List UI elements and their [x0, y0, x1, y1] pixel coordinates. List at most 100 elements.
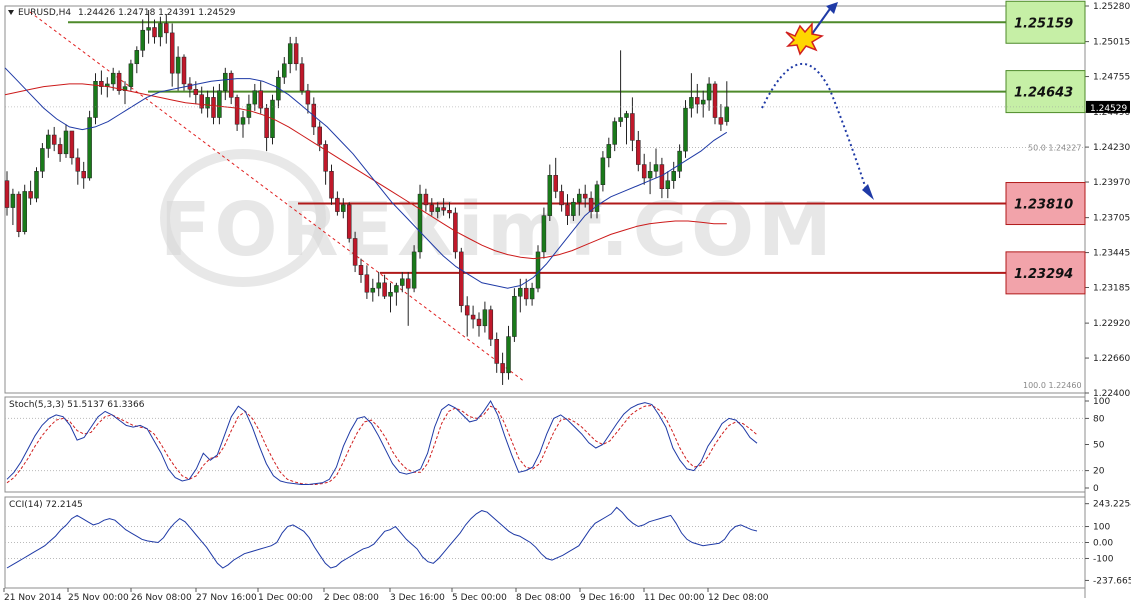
price-tick-label: 1.23445 — [1093, 249, 1130, 259]
cci-tick-label: 100 — [1093, 523, 1110, 533]
candle-body — [506, 336, 511, 374]
candle-body — [317, 126, 322, 145]
x-tick-label: 27 Nov 16:00 — [196, 593, 257, 603]
candle-body — [636, 140, 641, 165]
candle-body — [110, 72, 116, 85]
x-tick-label: 25 Nov 00:00 — [68, 593, 129, 603]
candle-body — [234, 97, 240, 125]
candle-body — [665, 180, 671, 189]
candle-body — [217, 90, 222, 118]
candle-body — [470, 314, 476, 320]
candle-body — [252, 90, 258, 105]
candle-body — [512, 296, 517, 337]
price-tick-label: 1.22660 — [1093, 354, 1130, 364]
candle-body — [293, 43, 299, 65]
cci-label: CCI(14) 72.2145 — [9, 500, 83, 510]
candle-body — [358, 265, 364, 275]
candle-body — [299, 63, 305, 91]
candle-body — [541, 215, 547, 253]
x-tick-label: 2 Dec 08:00 — [324, 593, 379, 603]
cci-tick-label: 0.00 — [1093, 539, 1113, 549]
candle-body — [606, 144, 612, 159]
candle-body — [75, 157, 81, 172]
candle-body — [559, 191, 564, 206]
candle-body — [199, 94, 204, 109]
candle-body — [370, 287, 376, 293]
candle-body — [571, 201, 576, 216]
stoch-tick-label: 0 — [1093, 484, 1099, 494]
x-tick-label: 9 Dec 16:00 — [580, 593, 635, 603]
candle-body — [600, 157, 606, 185]
candle-body — [193, 89, 199, 95]
candle-body — [46, 134, 51, 149]
candle-body — [335, 197, 340, 212]
stochastic-panel — [4, 396, 1086, 493]
candle-body — [152, 27, 157, 38]
candle-body — [612, 121, 617, 145]
chart-window[interactable]: FOREXimf.COM 1.25280 1.25015 1.24755 1.24490… — [0, 0, 1131, 606]
candle-body — [63, 130, 69, 155]
candle-body — [116, 72, 122, 91]
candle-body — [677, 150, 682, 172]
candle-body — [624, 113, 629, 118]
stoch-label: Stoch(5,3,3) 51.5137 61.3366 — [9, 400, 145, 410]
candle-body — [706, 83, 712, 101]
cci-tick-label: -237.665 — [1093, 576, 1131, 586]
candle-body — [712, 83, 718, 118]
symbol-label: EURUSD,H4 — [18, 8, 71, 18]
candle-body — [594, 184, 600, 212]
candle-body — [69, 130, 75, 159]
candle-body — [630, 113, 635, 141]
candle-body — [695, 97, 700, 105]
candle-body — [577, 193, 582, 203]
current-price-label: 1.24529 — [1090, 104, 1127, 114]
candle-body — [423, 193, 429, 206]
candle-body — [405, 278, 411, 289]
candle-body — [169, 32, 175, 74]
candle-body — [164, 23, 169, 34]
candle-body — [305, 90, 311, 105]
candle-body — [671, 171, 676, 181]
candle-body — [488, 309, 494, 340]
candle-body — [494, 339, 499, 364]
price-tick-label: 1.23970 — [1093, 178, 1130, 188]
candle-body — [435, 207, 440, 212]
candle-body — [146, 27, 151, 31]
candle-body — [223, 72, 228, 91]
price-tick-label: 1.22920 — [1093, 319, 1130, 329]
stoch-tick-label: 80 — [1093, 414, 1105, 424]
x-tick-label: 26 Nov 08:00 — [131, 593, 192, 603]
candle-body — [346, 204, 352, 239]
candle-body — [181, 56, 187, 85]
candle-body — [476, 318, 482, 327]
candle-body — [683, 107, 688, 152]
price-tick-label: 1.23705 — [1093, 214, 1130, 224]
candle-body — [689, 97, 694, 109]
candle-body — [376, 282, 381, 289]
candle-body — [618, 117, 623, 122]
x-tick-label: 11 Dec 00:00 — [644, 593, 705, 603]
candle-body — [51, 134, 57, 145]
candle-body — [22, 191, 27, 232]
candle-body — [565, 204, 570, 216]
cci-tick-label: 243.2254 — [1093, 500, 1131, 510]
candle-body — [323, 144, 328, 172]
candle-body — [352, 238, 358, 266]
candle-body — [211, 97, 216, 118]
chart-svg[interactable]: FOREXimf.COM1.252801.250151.247551.24490… — [0, 0, 1131, 606]
x-tick-label: 8 Dec 08:00 — [516, 593, 571, 603]
price-tick-label: 1.23185 — [1093, 284, 1130, 294]
x-tick-label: 21 Nov 2014 — [4, 593, 62, 603]
candle-body — [518, 287, 523, 297]
candle-body — [140, 29, 145, 51]
candle-body — [700, 99, 706, 105]
x-tick-label: 1 Dec 00:00 — [258, 593, 313, 603]
candle-body — [10, 193, 16, 208]
x-tick-label: 12 Dec 08:00 — [708, 593, 769, 603]
candle-body — [34, 171, 39, 199]
candle-body — [4, 180, 10, 208]
candle-body — [535, 251, 541, 289]
candle-body — [40, 148, 45, 172]
candle-body — [240, 117, 246, 125]
candle-body — [529, 287, 535, 300]
